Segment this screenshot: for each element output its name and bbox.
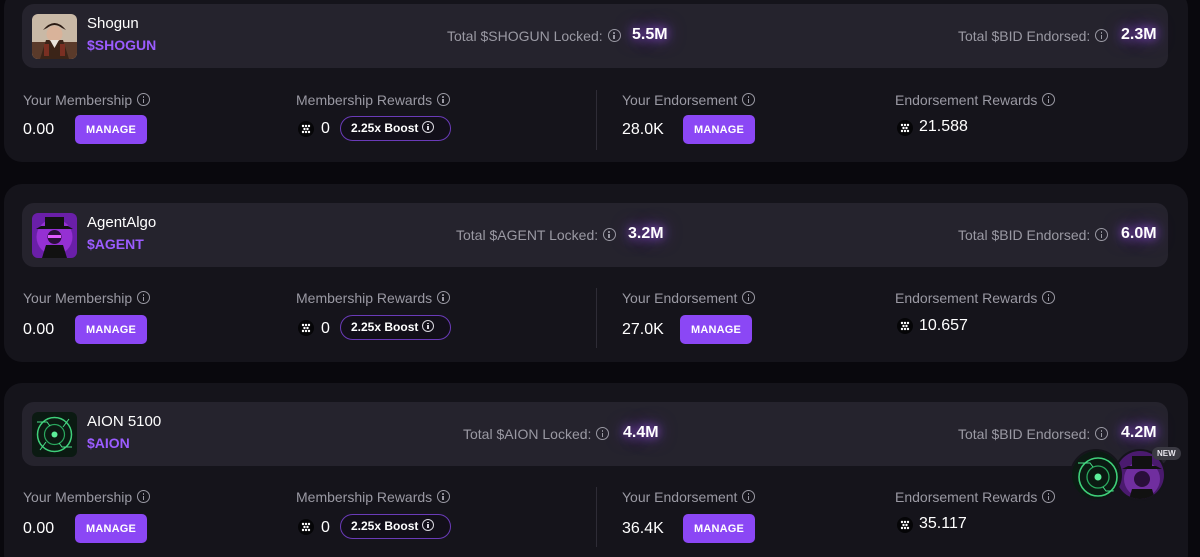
agent-ticker: $SHOGUN (87, 37, 157, 53)
total-endorsed-value: 2.3M (1121, 26, 1157, 43)
membership-rewards-label: Membership Rewards (296, 92, 451, 108)
agent-card-agentalgo: AgentAlgo $AGENT Total $AGENT Locked: 3.… (4, 184, 1188, 362)
total-endorsed-label: Total $BID Endorsed: (958, 28, 1109, 44)
info-icon[interactable] (1095, 29, 1109, 42)
divider (596, 487, 597, 547)
info-icon[interactable] (742, 93, 756, 106)
agent-card-aion: AION 5100 $AION Total $AION Locked: 4.4M… (4, 383, 1188, 557)
bid-token-icon (897, 120, 913, 136)
endorsement-value: 36.4K (622, 520, 664, 537)
agent-card-shogun: Shogun $SHOGUN Total $SHOGUN Locked: 5.5… (4, 0, 1188, 162)
total-locked-value: 3.2M (628, 225, 664, 242)
manage-membership-button[interactable]: MANAGE (75, 514, 147, 543)
agent-ticker: $AION (87, 435, 130, 451)
info-icon[interactable] (437, 291, 451, 304)
info-icon[interactable] (1042, 291, 1056, 304)
agent-header[interactable]: Shogun $SHOGUN Total $SHOGUN Locked: 5.5… (22, 4, 1168, 68)
endorsement-rewards-value: 21.588 (919, 118, 968, 135)
agents-list: Shogun $SHOGUN Total $SHOGUN Locked: 5.5… (0, 0, 1200, 557)
divider (596, 288, 597, 348)
agent-name: Shogun (87, 15, 139, 32)
info-icon[interactable] (137, 291, 151, 304)
green-circuit-avatar-icon (32, 412, 77, 457)
endorsement-rewards-value: 35.117 (919, 515, 967, 532)
boost-pill[interactable]: 2.25x Boost (340, 116, 451, 141)
manage-membership-button[interactable]: MANAGE (75, 315, 147, 344)
membership-rewards-value: 0 (321, 320, 330, 337)
total-locked-label: Total $SHOGUN Locked: (447, 28, 621, 44)
info-icon[interactable] (603, 228, 617, 241)
endorsement-rewards-value: 10.657 (919, 317, 968, 334)
endorsement-rewards-label: Endorsement Rewards (895, 92, 1056, 108)
bid-token-icon (298, 121, 314, 137)
membership-label: Your Membership (23, 489, 151, 505)
info-icon[interactable] (137, 490, 151, 503)
total-locked-value: 4.4M (623, 424, 659, 441)
floating-agents-widget[interactable]: NEW (1070, 447, 1181, 501)
membership-value: 0.00 (23, 520, 55, 537)
agent-avatar (32, 213, 77, 258)
bid-token-icon (897, 318, 913, 334)
green-circuit-avatar-icon (1070, 449, 1122, 501)
info-icon[interactable] (1095, 427, 1109, 440)
info-icon[interactable] (1095, 228, 1109, 241)
bid-token-icon (298, 320, 314, 336)
agent-avatar (32, 14, 77, 59)
info-icon[interactable] (1042, 490, 1056, 503)
total-locked-value: 5.5M (632, 26, 668, 43)
manage-endorsement-button[interactable]: MANAGE (683, 115, 755, 144)
membership-value: 0.00 (23, 321, 55, 338)
divider (596, 90, 597, 150)
agent-header[interactable]: AION 5100 $AION Total $AION Locked: 4.4M… (22, 402, 1168, 466)
agent-name: AgentAlgo (87, 214, 157, 231)
new-badge: NEW (1152, 447, 1181, 460)
total-endorsed-value: 6.0M (1121, 225, 1157, 242)
membership-rewards-value: 0 (321, 120, 330, 137)
info-icon[interactable] (742, 291, 756, 304)
info-icon[interactable] (1042, 93, 1056, 106)
membership-value: 0.00 (23, 121, 55, 138)
membership-label: Your Membership (23, 92, 151, 108)
info-icon[interactable] (607, 29, 621, 42)
bid-token-icon (298, 519, 314, 535)
endorsement-value: 27.0K (622, 321, 664, 338)
total-locked-label: Total $AION Locked: (463, 426, 610, 442)
info-icon (422, 320, 435, 332)
total-locked-label: Total $AGENT Locked: (456, 227, 617, 243)
info-icon[interactable] (437, 93, 451, 106)
info-icon[interactable] (137, 93, 151, 106)
manage-endorsement-button[interactable]: MANAGE (680, 315, 752, 344)
manage-endorsement-button[interactable]: MANAGE (683, 514, 755, 543)
bid-token-icon (897, 517, 913, 533)
total-endorsed-label: Total $BID Endorsed: (958, 227, 1109, 243)
agent-avatar (32, 412, 77, 457)
endorsement-value: 28.0K (622, 121, 664, 138)
info-icon[interactable] (437, 490, 451, 503)
total-endorsed-value: 4.2M (1121, 424, 1157, 441)
info-icon[interactable] (742, 490, 756, 503)
endorsement-rewards-label: Endorsement Rewards (895, 290, 1056, 306)
endorsement-label: Your Endorsement (622, 290, 756, 306)
endorsement-label: Your Endorsement (622, 92, 756, 108)
boost-pill[interactable]: 2.25x Boost (340, 315, 451, 340)
membership-label: Your Membership (23, 290, 151, 306)
info-icon[interactable] (596, 427, 610, 440)
info-icon (422, 121, 435, 133)
manage-membership-button[interactable]: MANAGE (75, 115, 147, 144)
boost-pill[interactable]: 2.25x Boost (340, 514, 451, 539)
membership-rewards-value: 0 (321, 519, 330, 536)
agent-name: AION 5100 (87, 413, 162, 430)
endorsement-label: Your Endorsement (622, 489, 756, 505)
membership-rewards-label: Membership Rewards (296, 290, 451, 306)
agent-ticker: $AGENT (87, 236, 144, 252)
endorsement-rewards-label: Endorsement Rewards (895, 489, 1056, 505)
info-icon (422, 519, 435, 531)
membership-rewards-label: Membership Rewards (296, 489, 451, 505)
agent-header[interactable]: AgentAlgo $AGENT Total $AGENT Locked: 3.… (22, 203, 1168, 267)
total-endorsed-label: Total $BID Endorsed: (958, 426, 1109, 442)
samurai-avatar-icon (32, 14, 77, 59)
hat-agent-avatar-icon (32, 213, 77, 258)
